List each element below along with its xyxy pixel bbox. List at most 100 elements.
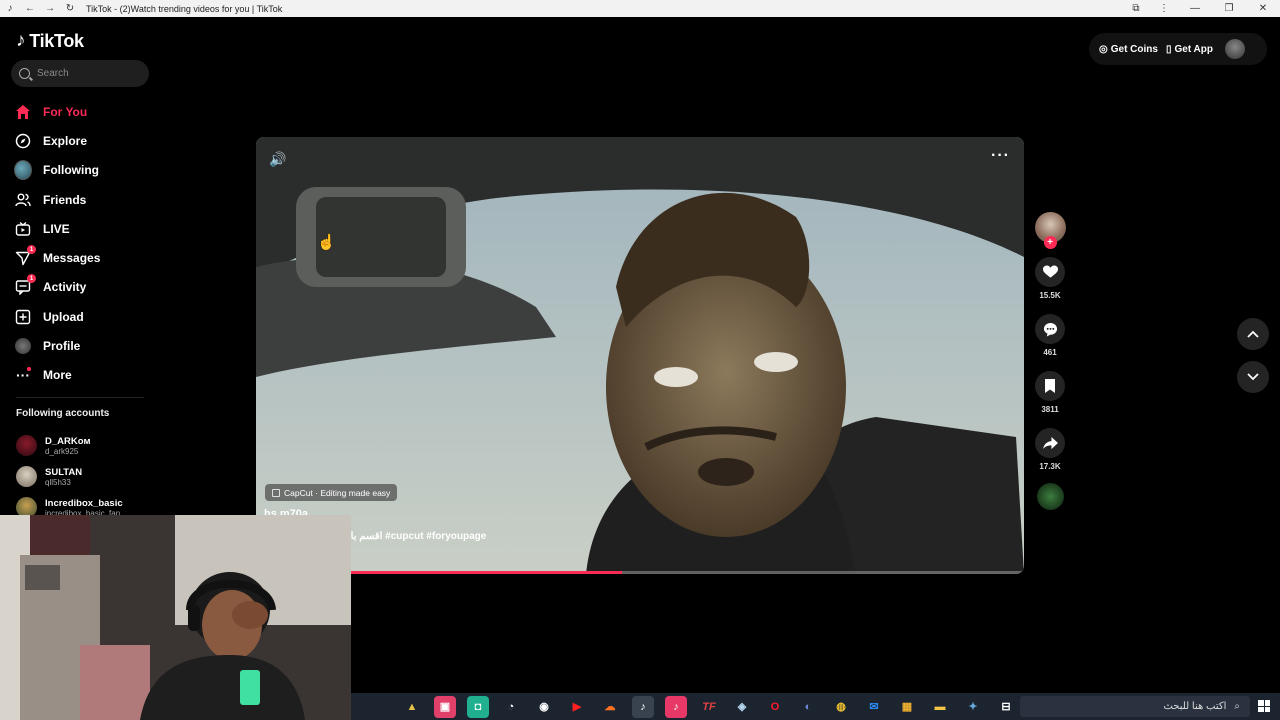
- opera-icon[interactable]: O: [764, 696, 786, 718]
- webcam-overlay: [0, 515, 351, 720]
- speedometer-icon[interactable]: ◔: [500, 696, 522, 718]
- store-icon[interactable]: ▦: [896, 696, 918, 718]
- nav-item-friends[interactable]: Friends: [14, 185, 100, 214]
- volume-icon[interactable]: 🔊: [269, 151, 286, 168]
- app-pink-icon[interactable]: ▣: [434, 695, 456, 718]
- author-avatar[interactable]: +: [1034, 212, 1066, 249]
- app-teal-icon[interactable]: ◘: [467, 695, 489, 718]
- get-coins-button[interactable]: ◎ Get Coins: [1099, 44, 1158, 55]
- account-name: SULTAN: [45, 466, 83, 478]
- heart-icon[interactable]: [1035, 257, 1065, 287]
- restore-icon[interactable]: ❐: [1212, 0, 1246, 17]
- reload-icon[interactable]: ↻: [60, 0, 80, 17]
- nav-item-messages[interactable]: 1 Messages: [14, 243, 100, 272]
- following-account-item[interactable]: D_ARKᴏᴍ d_ark925: [16, 430, 123, 461]
- comment-action[interactable]: 461: [1035, 314, 1065, 357]
- music-disc-icon[interactable]: [1036, 483, 1064, 510]
- share-action[interactable]: 17.3K: [1035, 428, 1065, 471]
- steam-icon[interactable]: ◈: [731, 696, 753, 718]
- video-progress-bar[interactable]: [256, 571, 1024, 574]
- copilot-app-icon[interactable]: ✦: [962, 696, 984, 718]
- tf-icon[interactable]: TF: [698, 696, 720, 718]
- folder-icon[interactable]: ▬: [929, 696, 951, 718]
- chrome-icon[interactable]: ◍: [830, 696, 852, 718]
- upload-icon: [14, 308, 32, 326]
- back-icon[interactable]: ←: [20, 0, 40, 17]
- mail-icon[interactable]: ✉: [863, 696, 885, 718]
- extensions-icon[interactable]: ⧉: [1122, 0, 1150, 17]
- nav-label: LIVE: [43, 221, 70, 236]
- video-player[interactable]: 🔊 ··· ☝ CapCut · Editing made easy hs.m7…: [256, 137, 1024, 574]
- tiktok-favicon-icon: ♪: [7, 3, 13, 14]
- chevron-down-icon[interactable]: [1237, 361, 1269, 393]
- coin-icon: ◎: [1099, 43, 1108, 55]
- nav-item-profile[interactable]: Profile: [14, 331, 100, 360]
- nav-label: Following: [43, 163, 99, 178]
- nav-label: Friends: [43, 192, 87, 207]
- search-bar[interactable]: [11, 60, 149, 87]
- browser-menu-icon[interactable]: ⋮: [1150, 0, 1178, 17]
- app-a-icon[interactable]: ▲: [401, 696, 423, 718]
- tiktok-pink-icon[interactable]: ♪: [665, 695, 687, 718]
- following-accounts-title: Following accounts: [16, 408, 110, 419]
- bookmark-count: 3811: [1041, 405, 1059, 414]
- nav-item-explore[interactable]: Explore: [14, 126, 100, 155]
- logo-text: TikTok: [29, 30, 84, 51]
- nav-item-following[interactable]: Following: [14, 156, 100, 185]
- nav-item-activity[interactable]: 1 Activity: [14, 273, 100, 302]
- messages-icon: 1: [14, 245, 36, 267]
- follow-plus-icon[interactable]: +: [1043, 236, 1057, 249]
- chevron-up-icon[interactable]: [1237, 318, 1269, 350]
- compass-icon: [14, 132, 32, 150]
- account-handle: qll5h33: [45, 477, 71, 487]
- like-action[interactable]: 15.5K: [1035, 257, 1065, 300]
- get-app-button[interactable]: ▯ Get App: [1166, 44, 1213, 55]
- obs-icon[interactable]: ◉: [533, 696, 555, 718]
- get-app-label: Get App: [1174, 43, 1213, 55]
- tiktok-logo[interactable]: ♪ TikTok: [16, 30, 84, 52]
- user-avatar[interactable]: [1225, 39, 1245, 59]
- sidebar-divider: [16, 397, 144, 398]
- activity-icon: 1: [14, 274, 36, 296]
- tiktok-note-icon: ♪: [16, 30, 26, 51]
- search-icon: [19, 68, 30, 79]
- taskbar: ▲ ▣ ◘ ◔ ◉ ▶ ☁ ♪ ♪ TF ◈ O ◐ ◍ ✉ ▦ ▬ ✦ ⊟ ✦…: [351, 693, 1280, 720]
- hand-cursor-icon: ☝: [317, 234, 336, 251]
- forward-icon[interactable]: →: [40, 0, 60, 17]
- account-name: D_ARKᴏᴍ: [45, 435, 91, 447]
- nav-label: Messages: [43, 251, 101, 266]
- following-account-item[interactable]: SULTAN qll5h33: [16, 461, 123, 492]
- soundcloud-icon[interactable]: ☁: [599, 696, 621, 718]
- taskbar-search[interactable]: اكتب هنا للبحث ⌕: [1020, 696, 1250, 717]
- like-count: 15.5K: [1039, 291, 1061, 300]
- more-icon: ···: [16, 367, 31, 384]
- nav-label: Activity: [43, 280, 87, 295]
- messages-badge: 1: [27, 245, 36, 255]
- discord-icon[interactable]: ◐: [797, 696, 819, 718]
- share-icon[interactable]: [1035, 428, 1065, 458]
- comment-count: 461: [1043, 348, 1057, 357]
- avatar: [16, 435, 37, 456]
- nav-item-more[interactable]: ··· More: [14, 361, 100, 390]
- close-icon[interactable]: ✕: [1246, 0, 1280, 17]
- nav-item-live[interactable]: LIVE: [14, 214, 100, 243]
- nav-item-upload[interactable]: Upload: [14, 302, 100, 331]
- get-coins-label: Get Coins: [1110, 43, 1158, 55]
- bookmark-icon[interactable]: [1035, 371, 1065, 401]
- nav-item-for-you[interactable]: For You: [14, 97, 100, 126]
- youtube-icon[interactable]: ▶: [566, 696, 588, 718]
- windows-start-icon[interactable]: [1258, 700, 1270, 712]
- more-options-icon[interactable]: ···: [991, 147, 1010, 165]
- comment-icon[interactable]: [1035, 314, 1065, 344]
- task-view-icon[interactable]: ⊟: [995, 696, 1017, 718]
- minimize-icon[interactable]: —: [1178, 0, 1212, 17]
- following-avatar-icon: [14, 160, 32, 181]
- capcut-tag[interactable]: CapCut · Editing made easy: [265, 484, 398, 501]
- sidebar: ♪ TikTok For You Explore Following Fr: [0, 17, 160, 518]
- search-input[interactable]: [37, 68, 137, 79]
- nav-label: Explore: [43, 133, 88, 148]
- bookmark-action[interactable]: 3811: [1035, 371, 1065, 414]
- live-icon: [14, 220, 32, 238]
- tiktok-app-icon[interactable]: ♪: [632, 695, 654, 718]
- share-count: 17.3K: [1039, 462, 1061, 471]
